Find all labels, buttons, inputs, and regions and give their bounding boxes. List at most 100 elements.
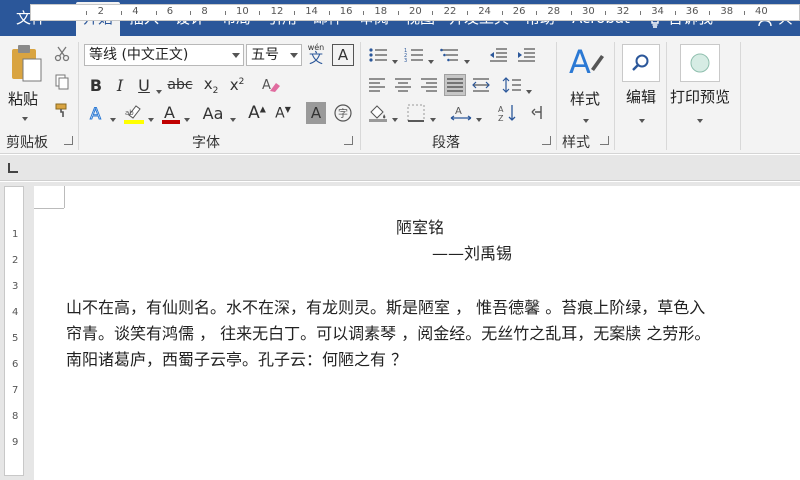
vertical-ruler[interactable]: 1 2 3 4 5 6 7 8 9 [4, 186, 24, 476]
paste-dropdown[interactable] [22, 110, 28, 124]
text-effects-dropdown[interactable] [110, 111, 116, 125]
multilevel-dropdown[interactable] [464, 53, 470, 67]
svg-text:A: A [498, 105, 504, 114]
styles-label: 样式 [570, 90, 601, 108]
bullets-button[interactable] [366, 44, 390, 66]
strikethrough-button[interactable]: abc [164, 74, 196, 96]
doc-title: 陋室铭 [396, 218, 445, 237]
print-preview-label: 打印预览 [670, 88, 731, 106]
paragraph-launcher[interactable] [542, 136, 551, 145]
superscript-button[interactable]: x2 [226, 74, 248, 96]
italic-icon: I [116, 75, 124, 95]
text-effects-button[interactable]: A [86, 102, 108, 124]
underline-icon: U [138, 75, 150, 95]
increase-indent-button[interactable] [514, 44, 538, 66]
align-center-button[interactable] [392, 74, 414, 96]
italic-button[interactable]: I [110, 74, 130, 96]
svg-text:A: A [262, 78, 271, 93]
chinese-layout-button[interactable]: A [448, 102, 474, 124]
vertical-ruler-bar: 1 2 3 4 5 6 7 8 9 [0, 182, 30, 480]
borders-button[interactable] [404, 102, 428, 124]
font-color-dropdown[interactable] [184, 111, 190, 125]
decrease-indent-button[interactable] [486, 44, 510, 66]
ruler-tick [363, 11, 365, 15]
multilevel-list-button[interactable] [438, 44, 462, 66]
shrink-font-button[interactable]: A▼ [272, 102, 294, 124]
underline-dropdown[interactable] [156, 83, 162, 97]
phonetic-guide-button[interactable]: wén 文 [304, 42, 328, 68]
document-page[interactable]: 陋室铭 ——刘禹锡 山不在高，有仙则名。水不在深，有龙则灵。斯是陋室 ， 惟吾德… [34, 186, 800, 480]
styles-dropdown[interactable] [583, 112, 589, 126]
ruler-tick [743, 11, 745, 15]
subscript-button[interactable]: x2 [200, 74, 222, 96]
styles-button[interactable]: A [566, 42, 606, 82]
font-color-button[interactable]: A [160, 102, 182, 126]
clipboard-launcher[interactable] [64, 136, 73, 145]
align-left-button[interactable] [366, 74, 388, 96]
change-case-dropdown[interactable] [230, 111, 236, 125]
ruler-number: 12 [270, 6, 284, 17]
cut-button[interactable] [52, 44, 72, 64]
styles-launcher[interactable] [600, 136, 609, 145]
print-preview-dropdown[interactable] [697, 112, 703, 126]
character-shading-button[interactable]: A [306, 102, 326, 124]
format-painter-button[interactable] [52, 100, 72, 120]
bullets-dropdown[interactable] [392, 53, 398, 67]
subscript-icon: x2 [203, 74, 219, 96]
editing-button[interactable] [622, 44, 660, 82]
vruler-number: 6 [12, 359, 19, 370]
editing-dropdown[interactable] [639, 112, 645, 126]
separator [666, 42, 667, 150]
clear-formatting-button[interactable]: A [258, 74, 284, 96]
numbering-button[interactable]: 123 [402, 44, 426, 66]
show-marks-button[interactable] [526, 102, 550, 124]
paint-bucket-icon [369, 105, 387, 122]
borders-dropdown[interactable] [430, 111, 436, 125]
phonetic-bottom: 文 [309, 51, 323, 67]
line-spacing-button[interactable] [500, 74, 524, 96]
shading-button[interactable] [366, 102, 390, 124]
font-name-select[interactable]: 等线 (中文正文) [84, 44, 244, 66]
bold-button[interactable]: B [86, 74, 106, 96]
copy-button[interactable] [52, 72, 72, 92]
shading-dropdown[interactable] [392, 111, 398, 125]
tab-selector[interactable] [8, 163, 18, 173]
clipboard-icon [12, 45, 42, 82]
sort-button[interactable]: AZ [496, 102, 520, 124]
print-preview-button[interactable] [680, 44, 720, 82]
character-border-button[interactable]: A [332, 44, 354, 66]
ruler-number: 2 [97, 6, 104, 17]
svg-text:字: 字 [338, 107, 348, 120]
chinese-layout-dropdown[interactable] [476, 111, 482, 125]
bullet-list-icon [369, 48, 387, 62]
ruler-number: 18 [374, 6, 388, 17]
text-effects-icon: A [90, 104, 102, 122]
font-launcher[interactable] [344, 136, 353, 145]
strikethrough-icon: abc [167, 77, 193, 93]
paste-button[interactable] [6, 42, 46, 84]
separator [78, 42, 79, 150]
svg-text:A: A [569, 43, 591, 81]
horizontal-ruler[interactable]: 2 4 6 8 10 12 14 16 18 20 22 24 26 28 30 32 34 36 38 40 [30, 4, 800, 21]
align-right-button[interactable] [418, 74, 440, 96]
underline-button[interactable]: U [134, 74, 154, 96]
copy-icon [55, 74, 69, 90]
separator [360, 42, 361, 150]
justify-button[interactable] [444, 74, 466, 96]
margin-mark [34, 208, 64, 209]
enclose-characters-button[interactable]: 字 [332, 102, 354, 124]
align-right-icon [421, 78, 437, 92]
distributed-button[interactable] [470, 74, 492, 96]
ruler-tick [328, 11, 330, 15]
highlight-dropdown[interactable] [148, 111, 154, 125]
font-size-select[interactable]: 五号 [246, 44, 302, 66]
change-case-button[interactable]: Aa [198, 102, 228, 124]
vruler-number: 8 [12, 411, 19, 422]
font-name-value: 等线 (中文正文) [89, 47, 189, 63]
line-spacing-dropdown[interactable] [526, 83, 532, 97]
grow-font-button[interactable]: A▲ [246, 102, 268, 124]
numbering-dropdown[interactable] [428, 53, 434, 67]
highlight-button[interactable]: ab [122, 102, 146, 126]
magnifier-icon [632, 54, 649, 71]
ruler-tick [466, 11, 468, 15]
